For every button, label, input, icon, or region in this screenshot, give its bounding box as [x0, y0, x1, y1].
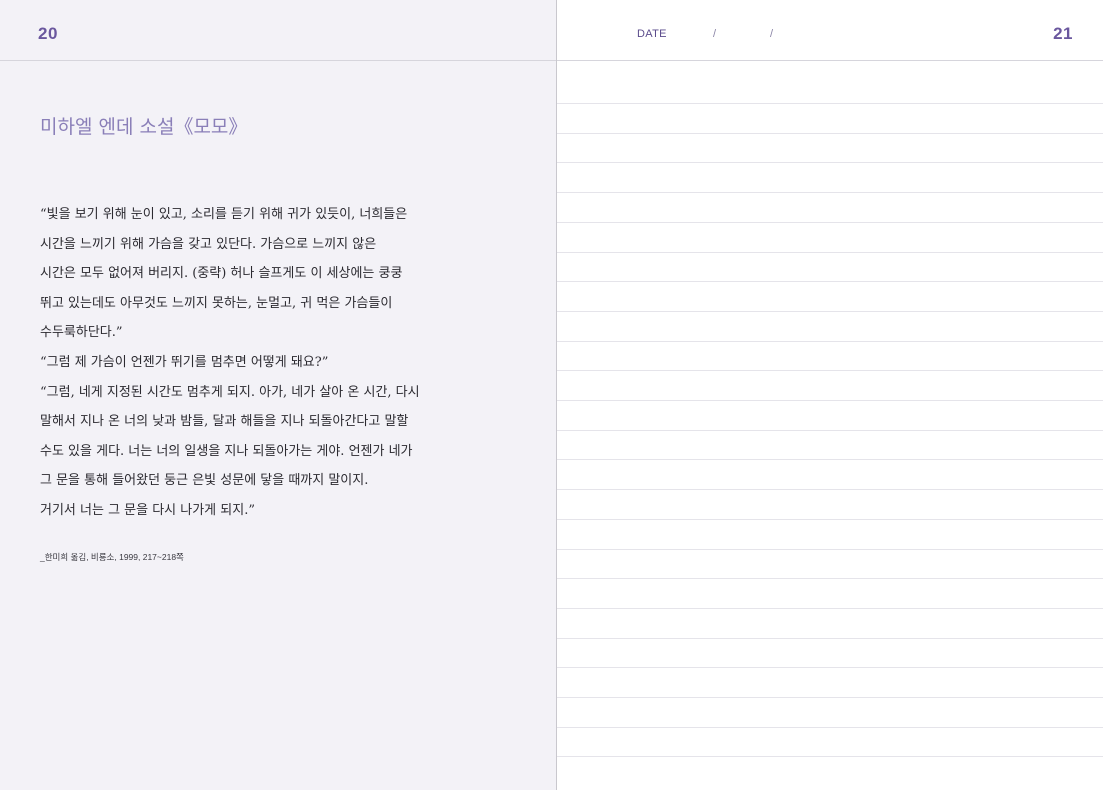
citation: _한미희 옮김, 비룡소, 1999, 217~218쪽: [40, 552, 184, 562]
quote-line: 수두룩하단다.”: [40, 325, 123, 341]
ruled-line: [557, 549, 1103, 550]
quote-line: 그 문을 통해 들어왔던 둥근 은빛 성문에 닿을 때까지 말이지.: [40, 473, 369, 489]
ruled-line: [557, 311, 1103, 312]
ruled-line: [557, 756, 1103, 757]
quote-line: 거기서 너는 그 문을 다시 나가게 되지.”: [40, 502, 255, 518]
left-header-rule: [0, 60, 556, 61]
ruled-line: [557, 638, 1103, 639]
right-page: DATE / / 21: [557, 0, 1103, 790]
book-title: 미하엘 엔데 소설《모모》: [40, 116, 248, 138]
ruled-line: [557, 430, 1103, 431]
ruled-line: [557, 697, 1103, 698]
ruled-line: [557, 489, 1103, 490]
ruled-line: [557, 103, 1103, 104]
quote-line: “빛을 보기 위해 눈이 있고, 소리를 듣기 위해 귀가 있듯이, 너희들은: [40, 207, 408, 222]
ruled-line: [557, 727, 1103, 728]
ruled-line: [557, 608, 1103, 609]
ruled-line: [557, 252, 1103, 253]
left-page: 20 미하엘 엔데 소설《모모》 “빛을 보기 위해 눈이 있고, 소리를 듣기…: [0, 0, 556, 790]
ruled-line: [557, 341, 1103, 342]
ruled-line: [557, 667, 1103, 668]
quote-line: 뛰고 있는데도 아무것도 느끼지 못하는, 눈멀고, 귀 먹은 가슴들이: [40, 295, 393, 311]
ruled-line: [557, 281, 1103, 282]
quote-line: 수도 있을 게다. 너는 너의 일생을 지나 되돌아가는 게야. 언젠가 네가: [40, 443, 413, 459]
quote-line: “그럼, 네게 지정된 시간도 멈추게 되지. 아가, 네가 살아 온 시간, …: [40, 384, 420, 400]
quote-line: 시간은 모두 없어져 버리지. (중략) 허나 슬프게도 이 세상에는 쿵쿵: [40, 266, 403, 282]
left-page-number: 20: [38, 24, 58, 43]
ruled-line: [557, 370, 1103, 371]
ruled-line: [557, 222, 1103, 223]
ruled-line: [557, 400, 1103, 401]
quote-block: “빛을 보기 위해 눈이 있고, 소리를 듣기 위해 귀가 있듯이, 너희들은 …: [40, 200, 510, 526]
ruled-lines[interactable]: [557, 0, 1103, 790]
notebook-spread: 20 미하엘 엔데 소설《모모》 “빛을 보기 위해 눈이 있고, 소리를 듣기…: [0, 0, 1103, 790]
ruled-line: [557, 519, 1103, 520]
ruled-line: [557, 459, 1103, 460]
ruled-line: [557, 578, 1103, 579]
quote-line: 말해서 지나 온 너의 낮과 밤들, 달과 해들을 지나 되돌아간다고 말할: [40, 414, 409, 430]
ruled-line: [557, 133, 1103, 134]
quote-line: 시간을 느끼기 위해 가슴을 갖고 있단다. 가슴으로 느끼지 않은: [40, 236, 377, 252]
ruled-line: [557, 192, 1103, 193]
quote-line: “그럼 제 가슴이 언젠가 뛰기를 멈추면 어떻게 돼요?”: [40, 354, 329, 370]
ruled-line: [557, 162, 1103, 163]
